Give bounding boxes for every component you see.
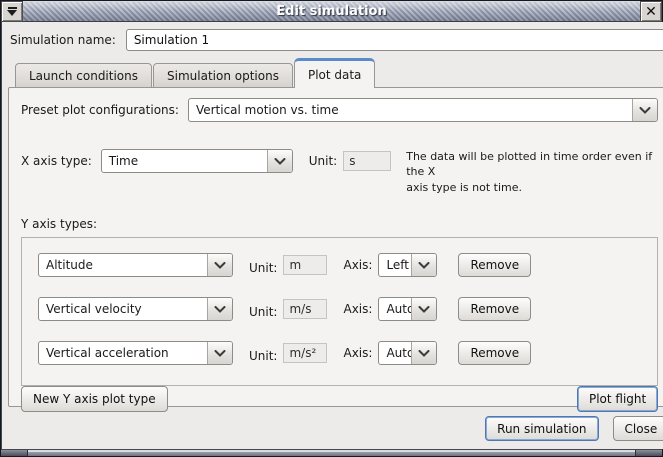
resize-grip-right[interactable] (635, 450, 662, 456)
x-axis-note: The data will be plotted in time order e… (406, 149, 658, 195)
tab-label: Plot data (308, 68, 361, 82)
y-axis-row-vertical-velocity: Vertical velocity Unit: m/s Axis: Auto (38, 297, 657, 321)
preset-value: Vertical motion vs. time (189, 99, 632, 121)
axis-value: Left (379, 254, 411, 276)
simulation-name-input[interactable] (126, 29, 663, 51)
unit-label: Unit: (249, 261, 277, 275)
chevron-down-icon (207, 342, 232, 364)
unit-label: Unit: (249, 305, 277, 319)
dialog-content: Simulation name: Launch conditions Simul… (2, 22, 663, 449)
tab-label: Launch conditions (29, 69, 138, 83)
y-axis-type-select[interactable]: Vertical acceleration (38, 341, 233, 365)
bottom-frame-middle[interactable] (28, 450, 635, 456)
window-title: Edit simulation (276, 4, 386, 19)
chevron-down-icon (632, 99, 657, 121)
preset-configuration-select[interactable]: Vertical motion vs. time (188, 98, 658, 122)
titlebar[interactable]: Edit simulation (23, 1, 640, 22)
y-axis-types-label: Y axis types: (21, 217, 658, 231)
simulation-name-label: Simulation name: (10, 33, 116, 47)
tab-simulation-options[interactable]: Simulation options (153, 63, 293, 88)
tab-plot-data[interactable]: Plot data (294, 58, 375, 88)
remove-button[interactable]: Remove (458, 341, 531, 365)
run-simulation-button[interactable]: Run simulation (485, 416, 598, 441)
tab-bar: Launch conditions Simulation options Plo… (15, 57, 663, 87)
plot-data-panel: Preset plot configurations: Vertical mot… (8, 87, 663, 407)
x-axis-note-line2: axis type is not time. (406, 180, 658, 195)
x-axis-row: X axis type: Time Unit: s The data will … (21, 149, 658, 195)
chevron-down-icon (411, 254, 436, 276)
preset-row: Preset plot configurations: Vertical mot… (21, 98, 658, 122)
axis-value: Auto (379, 298, 411, 320)
resize-grip-left[interactable] (1, 450, 28, 456)
unit-value: m/s (283, 299, 327, 319)
titlebar-row: Edit simulation ✕ (1, 1, 662, 22)
window-menu-icon (7, 7, 17, 16)
y-axis-row-vertical-acceleration: Vertical acceleration Unit: m/s² Axis: A… (38, 341, 657, 365)
axis-select[interactable]: Auto (378, 297, 437, 321)
chevron-down-icon (411, 298, 436, 320)
axis-select[interactable]: Auto (378, 341, 437, 365)
window-close-button[interactable]: ✕ (640, 1, 662, 22)
unit-value: m (283, 255, 327, 275)
simulation-name-row: Simulation name: (10, 29, 663, 51)
x-unit-label: Unit: (309, 154, 337, 168)
x-axis-type-label: X axis type: (21, 154, 92, 168)
y-axis-type-select[interactable]: Altitude (38, 253, 233, 277)
close-button[interactable]: Close (613, 416, 663, 441)
y-axis-type-select[interactable]: Vertical velocity (38, 297, 233, 321)
plot-flight-button[interactable]: Plot flight (577, 386, 658, 412)
y-axis-types-group: Altitude Unit: m Axis: Left (21, 237, 658, 386)
axis-label: Axis: (343, 302, 372, 316)
axis-label: Axis: (343, 346, 372, 360)
x-unit-value: s (343, 151, 391, 171)
panel-bottom-row: New Y axis plot type Plot flight (21, 386, 658, 414)
tab-label: Simulation options (167, 69, 279, 83)
unit-value: m/s² (283, 343, 327, 363)
edit-simulation-dialog: Edit simulation ✕ Simulation name: Launc… (0, 0, 663, 457)
y-axis-type-value: Vertical acceleration (39, 342, 207, 364)
new-y-axis-plot-type-button[interactable]: New Y axis plot type (21, 386, 168, 412)
chevron-down-icon (411, 342, 436, 364)
window-menu-button[interactable] (1, 1, 23, 22)
close-icon: ✕ (645, 5, 657, 19)
chevron-down-icon (207, 254, 232, 276)
axis-label: Axis: (343, 258, 372, 272)
y-axis-row-altitude: Altitude Unit: m Axis: Left (38, 253, 657, 277)
axis-select[interactable]: Left (378, 253, 437, 277)
chevron-down-icon (207, 298, 232, 320)
x-axis-note-line1: The data will be plotted in time order e… (406, 149, 658, 180)
axis-value: Auto (379, 342, 411, 364)
y-axis-type-value: Altitude (39, 254, 207, 276)
x-axis-type-value: Time (102, 150, 267, 172)
tab-launch-conditions[interactable]: Launch conditions (15, 63, 152, 88)
window-frame-bottom (1, 449, 662, 456)
preset-label: Preset plot configurations: (21, 103, 179, 117)
remove-button[interactable]: Remove (458, 253, 531, 277)
chevron-down-icon (267, 150, 292, 172)
remove-button[interactable]: Remove (458, 297, 531, 321)
x-axis-type-select[interactable]: Time (101, 149, 293, 173)
y-axis-type-value: Vertical velocity (39, 298, 207, 320)
dialog-footer: Run simulation Close (10, 416, 663, 441)
unit-label: Unit: (249, 349, 277, 363)
